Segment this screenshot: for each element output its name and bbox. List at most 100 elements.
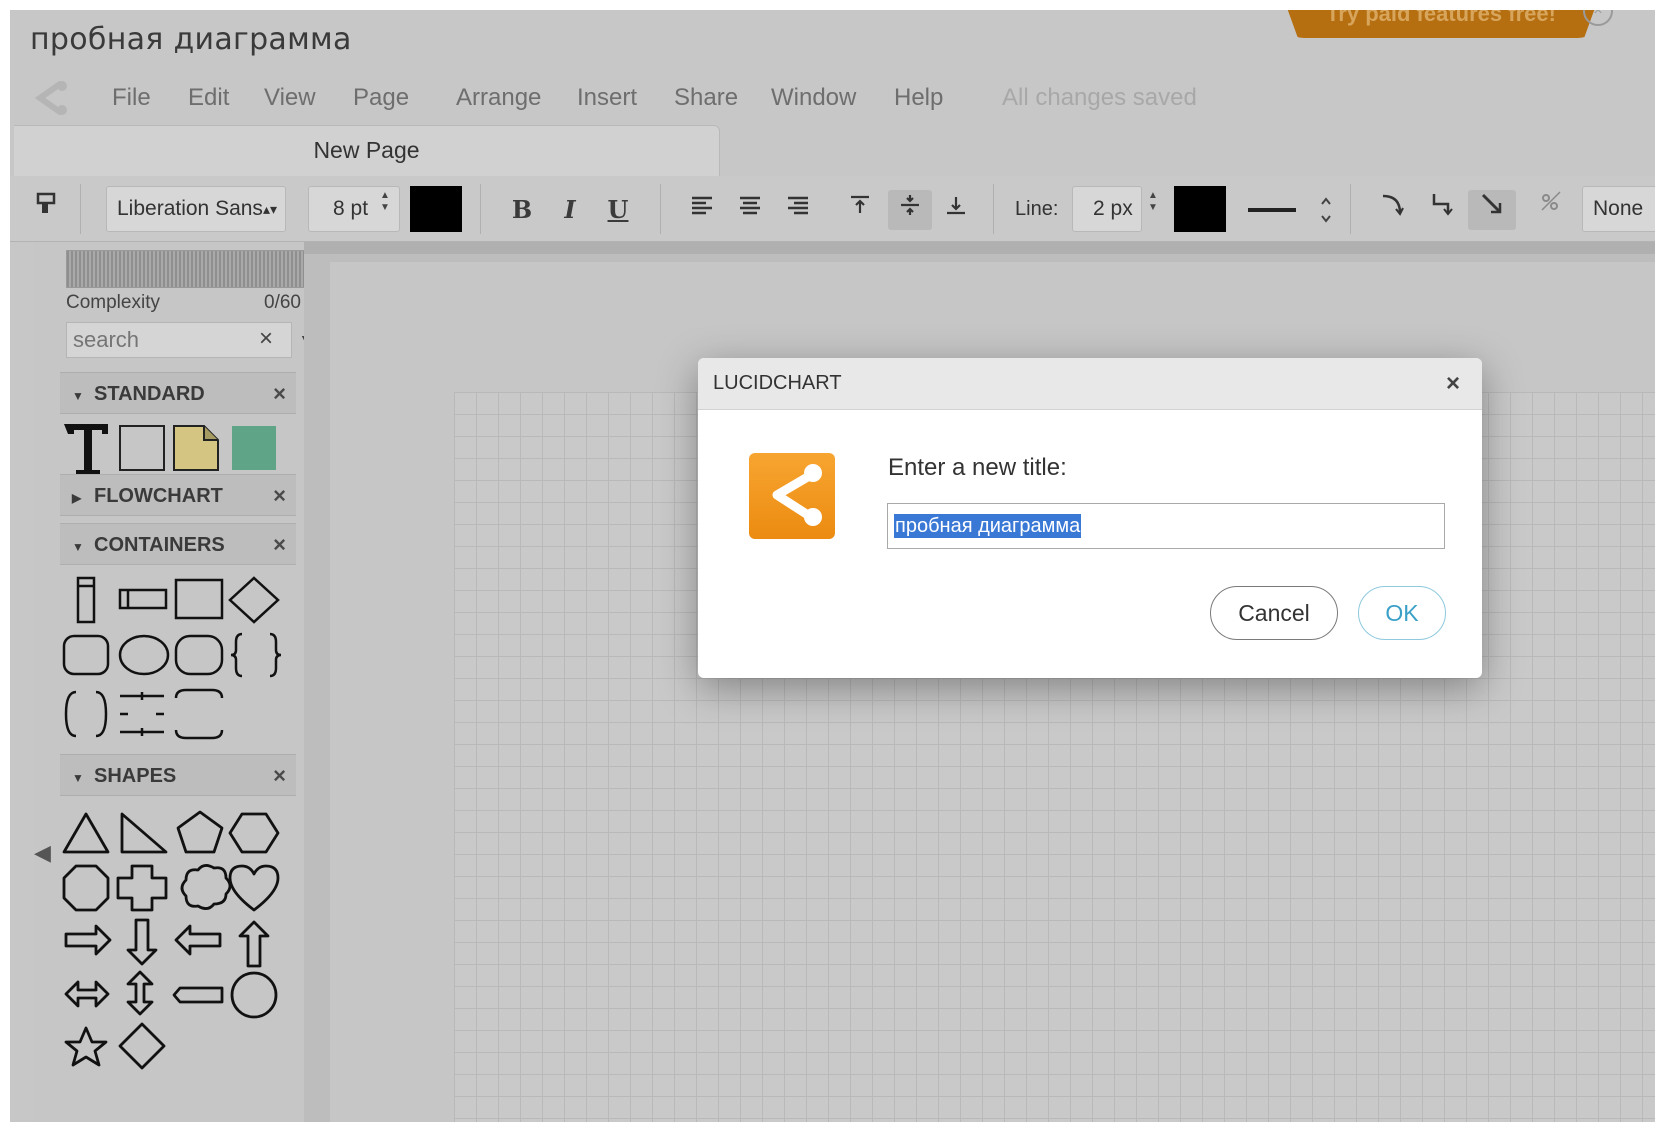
- menu-window[interactable]: Window: [771, 84, 856, 112]
- page-tab-bar: New Page: [10, 125, 1655, 177]
- curly-lines-icon[interactable]: [174, 688, 224, 740]
- menu-page[interactable]: Page: [353, 84, 409, 112]
- section-containers-label: CONTAINERS: [94, 534, 225, 556]
- rename-dialog: LUCIDCHART × Enter a new title: пробная …: [698, 358, 1482, 678]
- bold-button[interactable]: B: [507, 190, 537, 230]
- dialog-prompt: Enter a new title:: [888, 454, 1067, 481]
- cloud-shape-icon[interactable]: [180, 864, 232, 910]
- section-containers[interactable]: ▼ CONTAINERS ×: [60, 523, 296, 565]
- cancel-button[interactable]: Cancel: [1210, 586, 1338, 640]
- swimlane-lines-icon[interactable]: [120, 692, 164, 736]
- curved-line-icon[interactable]: [1376, 190, 1410, 230]
- valign-bottom-icon[interactable]: [939, 190, 973, 230]
- menu-insert[interactable]: Insert: [577, 84, 637, 112]
- underline-button[interactable]: U: [603, 190, 633, 230]
- section-standard[interactable]: ▼ STANDARD ×: [60, 372, 296, 414]
- section-close-icon[interactable]: ×: [273, 373, 286, 415]
- promo-banner[interactable]: Try paid features free!: [1282, 10, 1600, 38]
- pointer-shape-icon[interactable]: [172, 986, 224, 1004]
- section-close-icon[interactable]: ×: [273, 755, 286, 797]
- heart-shape-icon[interactable]: [228, 864, 280, 912]
- font-family-select[interactable]: Liberation Sans ▴▾: [106, 186, 286, 232]
- shape-search-input[interactable]: [67, 323, 247, 357]
- tab-new-page[interactable]: New Page: [14, 125, 720, 177]
- arrow-up-down-shape-icon[interactable]: [126, 970, 154, 1016]
- elbow-line-icon[interactable]: [1424, 190, 1458, 230]
- rounded-rect-container-icon[interactable]: [174, 634, 224, 676]
- brace-right-icon[interactable]: [269, 632, 282, 678]
- arrow-left-right-shape-icon[interactable]: [64, 980, 110, 1008]
- color-block-shape-icon[interactable]: [232, 426, 276, 470]
- lucidchart-logo-svg: [749, 453, 835, 539]
- brace-left-icon[interactable]: [230, 632, 243, 678]
- valign-top-icon[interactable]: [843, 190, 877, 230]
- line-color-swatch[interactable]: [1174, 186, 1226, 232]
- vertical-pool-icon[interactable]: [76, 576, 96, 624]
- triangle-shape-icon[interactable]: [62, 812, 110, 854]
- search-clear-icon[interactable]: ×: [259, 325, 273, 353]
- menu-help[interactable]: Help: [894, 84, 943, 112]
- menu-arrange[interactable]: Arrange: [456, 84, 541, 112]
- rectangle-shape-icon[interactable]: [119, 425, 165, 471]
- font-family-spinner-icon: ▴▾: [262, 201, 277, 217]
- section-close-icon[interactable]: ×: [273, 524, 286, 566]
- arrow-style-value: None: [1593, 197, 1644, 220]
- align-center-icon[interactable]: [733, 190, 767, 230]
- ellipse-container-icon[interactable]: [118, 634, 170, 676]
- dialog-close-icon[interactable]: ×: [1446, 370, 1460, 398]
- arrow-up-shape-icon[interactable]: [238, 920, 270, 968]
- menu-file[interactable]: File: [112, 84, 151, 112]
- section-close-icon[interactable]: ×: [273, 475, 286, 517]
- lucidchart-back-icon[interactable]: [30, 78, 78, 118]
- toolbar-divider: [660, 184, 661, 234]
- align-left-icon[interactable]: [685, 190, 719, 230]
- collapsed-arrow-icon: ▶: [72, 491, 82, 505]
- menu-edit[interactable]: Edit: [188, 84, 229, 112]
- section-flowchart-label: FLOWCHART: [94, 485, 223, 507]
- ok-button[interactable]: OK: [1358, 586, 1446, 640]
- line-label: Line:: [1015, 198, 1059, 220]
- arrow-down-shape-icon[interactable]: [126, 918, 158, 966]
- pentagon-shape-icon[interactable]: [176, 810, 224, 854]
- arrow-right-shape-icon[interactable]: [64, 924, 112, 956]
- line-style-select[interactable]: [1244, 190, 1334, 230]
- section-shapes[interactable]: ▼ SHAPES ×: [60, 754, 296, 796]
- star-shape-icon[interactable]: [64, 1026, 108, 1067]
- expanded-arrow-icon: ▼: [72, 389, 84, 403]
- document-title[interactable]: пробная диаграмма: [30, 22, 352, 57]
- octagon-shape-icon[interactable]: [62, 864, 110, 912]
- arrow-style-icon[interactable]: [1534, 190, 1568, 230]
- align-right-icon[interactable]: [781, 190, 815, 230]
- container-rect-icon[interactable]: [174, 578, 224, 620]
- rounded-container-icon[interactable]: [62, 634, 110, 676]
- complexity-meter: [66, 250, 316, 288]
- line-width-field[interactable]: 2 px: [1072, 186, 1142, 232]
- menu-bar: File Edit View Page Arrange Insert Share…: [10, 78, 1655, 118]
- section-standard-label: STANDARD: [94, 383, 205, 405]
- arrow-style-select[interactable]: None: [1582, 186, 1655, 232]
- diamond-container-icon[interactable]: [228, 576, 280, 624]
- panel-collapse-icon[interactable]: ◀: [34, 840, 51, 866]
- arrow-left-shape-icon[interactable]: [174, 924, 222, 956]
- right-triangle-shape-icon[interactable]: [120, 812, 168, 854]
- format-painter-icon[interactable]: [30, 190, 64, 230]
- hexagon-shape-icon[interactable]: [228, 812, 280, 854]
- italic-button[interactable]: I: [555, 190, 585, 230]
- text-shape-icon[interactable]: [64, 424, 108, 474]
- section-shapes-label: SHAPES: [94, 765, 177, 787]
- bracket-left-icon[interactable]: [64, 690, 77, 738]
- line-width-stepper-icon[interactable]: ▲ ▼: [1146, 190, 1160, 214]
- straight-line-icon[interactable]: [1468, 190, 1516, 230]
- diamond-shape-icon[interactable]: [118, 1022, 166, 1070]
- bracket-right-icon[interactable]: [95, 690, 108, 738]
- font-size-stepper-icon[interactable]: ▲ ▼: [378, 190, 392, 214]
- circle-shape-icon[interactable]: [230, 971, 278, 1019]
- menu-view[interactable]: View: [264, 84, 316, 112]
- cross-shape-icon[interactable]: [116, 864, 168, 912]
- note-shape-icon[interactable]: [173, 425, 219, 471]
- section-flowchart[interactable]: ▶ FLOWCHART ×: [60, 474, 296, 516]
- valign-middle-icon[interactable]: [888, 190, 932, 230]
- title-input[interactable]: пробная диаграмма: [887, 503, 1445, 549]
- text-color-swatch[interactable]: [410, 186, 462, 232]
- menu-share[interactable]: Share: [674, 84, 738, 112]
